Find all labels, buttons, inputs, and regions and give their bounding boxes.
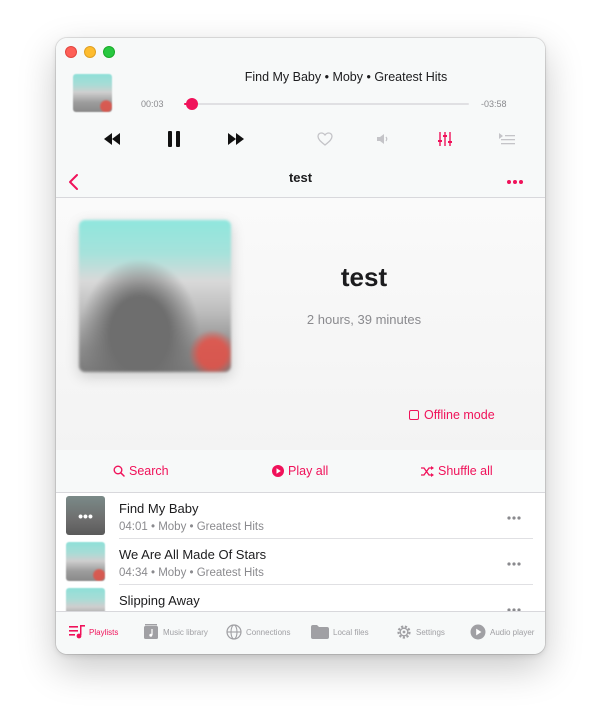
fast-forward-button[interactable] <box>226 130 246 148</box>
tab-label: Settings <box>416 627 445 637</box>
music-library-icon <box>144 624 158 639</box>
offline-mode-checkbox[interactable] <box>409 410 419 420</box>
progress-knob[interactable] <box>186 98 198 110</box>
gear-icon <box>397 625 411 639</box>
tab-audio-player[interactable]: Audio player <box>470 622 534 642</box>
more-options-button[interactable] <box>505 172 525 192</box>
equalizer-button[interactable] <box>435 129 455 149</box>
playlist-header: test 2 hours, 39 minutes Offline mode <box>56 198 545 450</box>
remaining-time: -03:58 <box>481 99 507 109</box>
tab-label: Audio player <box>490 627 535 637</box>
favorite-button[interactable] <box>315 130 335 148</box>
shuffle-icon <box>421 465 434 477</box>
volume-button[interactable] <box>374 130 394 148</box>
fast-forward-icon <box>228 133 244 145</box>
playlist-actions: Search Play all Shuffle all <box>56 450 545 493</box>
nav-title: test <box>288 170 313 185</box>
track-artwork: ••• <box>66 496 105 535</box>
search-button[interactable]: Search <box>113 462 169 480</box>
search-icon <box>113 465 125 477</box>
playlist-duration: 2 hours, 39 minutes <box>306 312 422 327</box>
tab-label: Local files <box>333 627 369 637</box>
play-all-button[interactable]: Play all <box>272 462 328 480</box>
table-row[interactable]: ••• Find My Baby 04:01 • Moby • Greatest… <box>56 493 545 539</box>
heart-icon <box>317 132 333 146</box>
search-label: Search <box>129 464 169 478</box>
pause-button[interactable] <box>164 129 184 149</box>
play-all-label: Play all <box>288 464 329 478</box>
track-title: Find My Baby <box>119 501 199 516</box>
navigation-bar: test <box>56 168 545 198</box>
zoom-window-button[interactable] <box>103 46 115 58</box>
tab-bar: Playlists Music library Connections Loca… <box>56 611 545 654</box>
ellipsis-icon <box>507 562 521 566</box>
offline-mode-toggle[interactable]: Offline mode <box>409 407 495 423</box>
tab-settings[interactable]: Settings <box>396 622 445 642</box>
track-artwork <box>66 542 105 581</box>
tab-music-library[interactable]: Music library <box>143 622 208 642</box>
playlist-title: test <box>340 262 388 292</box>
track-artwork <box>66 588 105 611</box>
equalizer-icon <box>438 132 452 146</box>
elapsed-time: 00:03 <box>141 99 164 109</box>
progress-slider[interactable] <box>184 103 469 105</box>
queue-icon <box>499 133 515 145</box>
track-more-button[interactable] <box>504 510 524 520</box>
close-window-button[interactable] <box>65 46 77 58</box>
rewind-button[interactable] <box>102 130 122 148</box>
tab-label: Playlists <box>89 627 119 637</box>
now-playing-title: Find My Baby • Moby • Greatest Hits <box>244 70 448 84</box>
track-meta: 04:34 • Moby • Greatest Hits <box>119 567 264 579</box>
track-more-button[interactable] <box>504 556 524 566</box>
playlist-artwork <box>79 220 231 372</box>
minimize-window-button[interactable] <box>84 46 96 58</box>
shuffle-all-label: Shuffle all <box>438 464 493 478</box>
table-row[interactable]: Slipping Away <box>56 585 545 611</box>
track-meta: 04:01 • Moby • Greatest Hits <box>119 521 264 533</box>
track-list: ••• Find My Baby 04:01 • Moby • Greatest… <box>56 493 545 611</box>
shuffle-all-button[interactable]: Shuffle all <box>421 462 493 480</box>
track-title: Slipping Away <box>119 593 200 608</box>
tab-label: Music library <box>163 627 208 637</box>
playlists-icon <box>69 625 85 639</box>
now-playing-indicator: ••• <box>78 507 93 524</box>
offline-mode-label: Offline mode <box>424 408 495 422</box>
rewind-icon <box>104 133 120 145</box>
table-row[interactable]: We Are All Made Of Stars 04:34 • Moby • … <box>56 539 545 585</box>
ellipsis-icon <box>507 516 521 520</box>
volume-icon <box>377 134 388 144</box>
app-window: Find My Baby • Moby • Greatest Hits 00:0… <box>56 38 545 654</box>
tab-connections[interactable]: Connections <box>226 622 290 642</box>
tab-playlists[interactable]: Playlists <box>69 622 118 642</box>
window-titlebar <box>56 38 545 66</box>
queue-button[interactable] <box>496 130 518 148</box>
tab-label: Connections <box>246 627 291 637</box>
folder-icon <box>311 625 329 639</box>
track-more-button[interactable] <box>504 602 524 611</box>
globe-icon <box>226 624 242 640</box>
tab-local-files[interactable]: Local files <box>311 622 369 642</box>
play-circle-icon <box>272 465 284 477</box>
ellipsis-icon <box>507 180 523 184</box>
now-playing-artwork[interactable] <box>73 74 112 112</box>
pause-icon <box>168 131 180 147</box>
now-playing-bar: Find My Baby • Moby • Greatest Hits 00:0… <box>56 38 545 168</box>
play-circle-icon <box>470 624 486 640</box>
track-title: We Are All Made Of Stars <box>119 547 267 562</box>
